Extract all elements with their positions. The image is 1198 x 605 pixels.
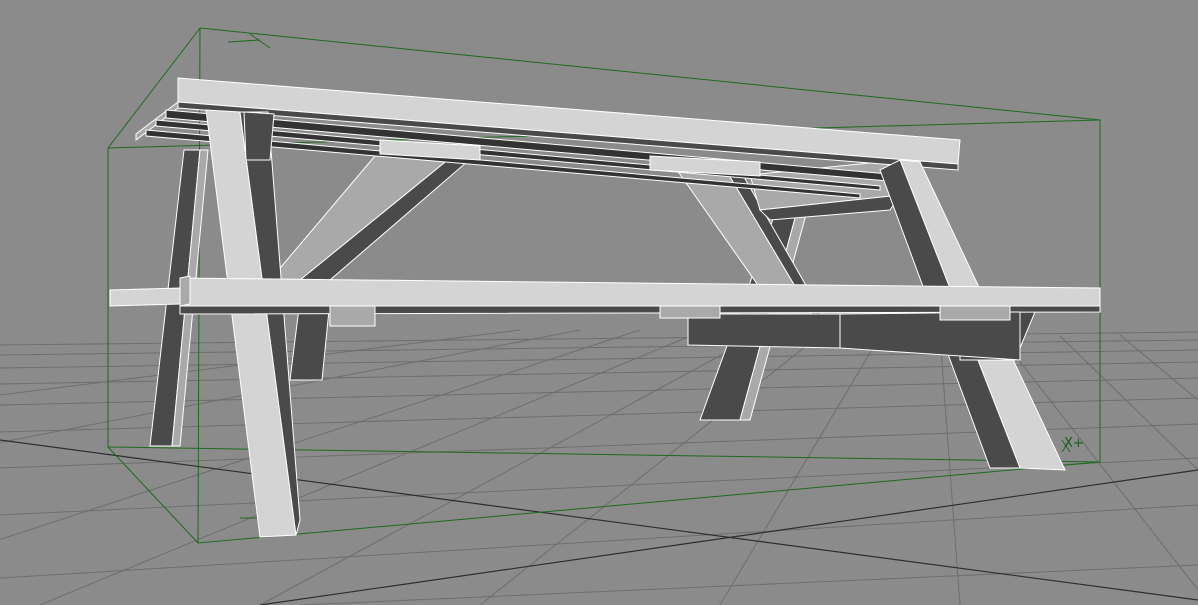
viewport-scene[interactable] <box>0 0 1198 605</box>
front-left-leg <box>205 109 301 538</box>
3d-viewport[interactable]: X+ <box>0 0 1198 605</box>
